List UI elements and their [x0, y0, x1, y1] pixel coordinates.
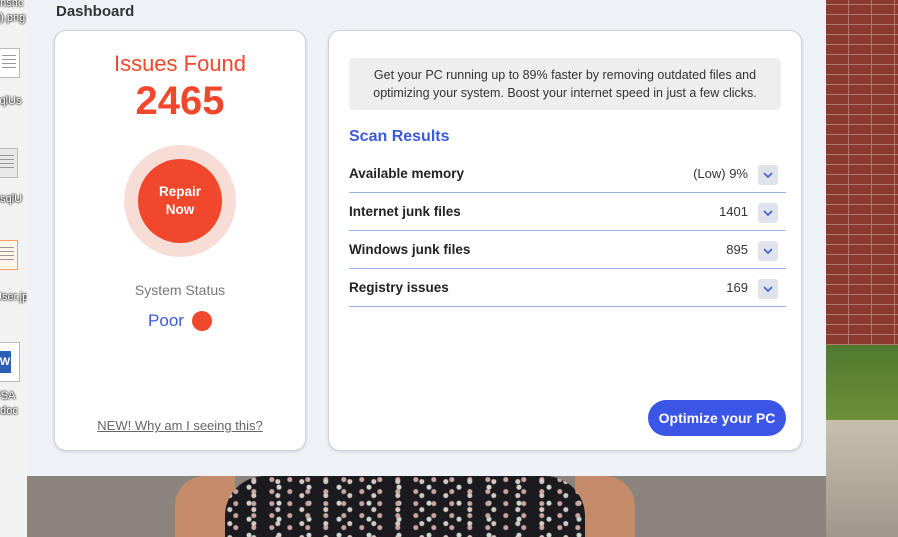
desktop-icon-label[interactable]: enshc: [0, 0, 23, 9]
scan-results-list: Available memory (Low) 9% Internet junk …: [349, 155, 786, 307]
background-photo-person: [225, 476, 585, 537]
expand-button[interactable]: [758, 203, 778, 223]
document-file-icon[interactable]: [0, 48, 20, 78]
status-indicator-dot: [191, 311, 212, 331]
expand-button[interactable]: [758, 241, 778, 261]
chevron-down-icon: [763, 171, 773, 178]
scan-result-row-registry-issues: Registry issues 169: [349, 269, 786, 307]
chevron-down-icon: [763, 285, 773, 292]
system-status-value: Poor: [148, 311, 184, 330]
scan-result-row-available-memory: Available memory (Low) 9%: [349, 155, 786, 193]
result-label: Windows junk files: [349, 242, 471, 257]
chevron-down-icon: [763, 247, 773, 254]
issues-summary-card: Issues Found 2465 Repair Now System Stat…: [54, 30, 306, 451]
result-value: 895: [726, 242, 748, 257]
result-label: Available memory: [349, 166, 465, 181]
system-status-label: System Status: [134, 282, 226, 298]
app-window: Dashboard Issues Found 2465 Repair Now S…: [27, 0, 826, 476]
scan-results-heading: Scan Results: [349, 128, 450, 145]
desktop-icon-label[interactable]: sqlUs: [0, 95, 22, 107]
file-icon[interactable]: [0, 148, 18, 178]
background-brick-wall: [826, 0, 898, 345]
desktop-icon-strip: enshc 3).png sqlUs osqlU User.jp W FSA r…: [0, 0, 28, 537]
why-am-i-seeing-this-link[interactable]: NEW! Why am I seeing this?: [55, 418, 305, 433]
expand-button[interactable]: [758, 165, 778, 185]
repair-button-ring: Repair Now: [124, 145, 236, 257]
chevron-down-icon: [763, 209, 773, 216]
optimize-pc-button[interactable]: Optimize your PC: [648, 400, 786, 436]
scan-result-row-internet-junk-files: Internet junk files 1401: [349, 193, 786, 231]
image-file-icon[interactable]: [0, 240, 18, 270]
desktop-icon-label[interactable]: osqlU: [0, 193, 22, 205]
word-document-icon[interactable]: W: [0, 342, 20, 382]
result-value: 169: [726, 280, 748, 295]
scan-results-card: Get your PC running up to 89% faster by …: [328, 30, 802, 451]
desktop-icon-label[interactable]: 3).png: [0, 12, 25, 24]
issues-count: 2465: [135, 79, 225, 123]
result-value: (Low) 9%: [693, 166, 748, 181]
desktop-icon-label[interactable]: r.doc: [0, 405, 18, 417]
background-grass: [826, 345, 898, 420]
issues-found-title: Issues Found: [113, 51, 247, 76]
page-title: Dashboard: [56, 3, 135, 20]
system-status-row: Poor: [55, 311, 305, 331]
scan-result-row-windows-junk-files: Windows junk files 895: [349, 231, 786, 269]
desktop-icon-label[interactable]: User.jp: [0, 291, 28, 303]
result-value: 1401: [719, 204, 748, 219]
background-sidewalk: [826, 420, 898, 537]
promo-banner: Get your PC running up to 89% faster by …: [349, 58, 781, 110]
repair-now-button[interactable]: Repair Now: [138, 159, 222, 243]
expand-button[interactable]: [758, 279, 778, 299]
desktop-icon-label[interactable]: FSA: [0, 390, 15, 402]
result-label: Internet junk files: [349, 204, 461, 219]
result-label: Registry issues: [349, 280, 449, 295]
